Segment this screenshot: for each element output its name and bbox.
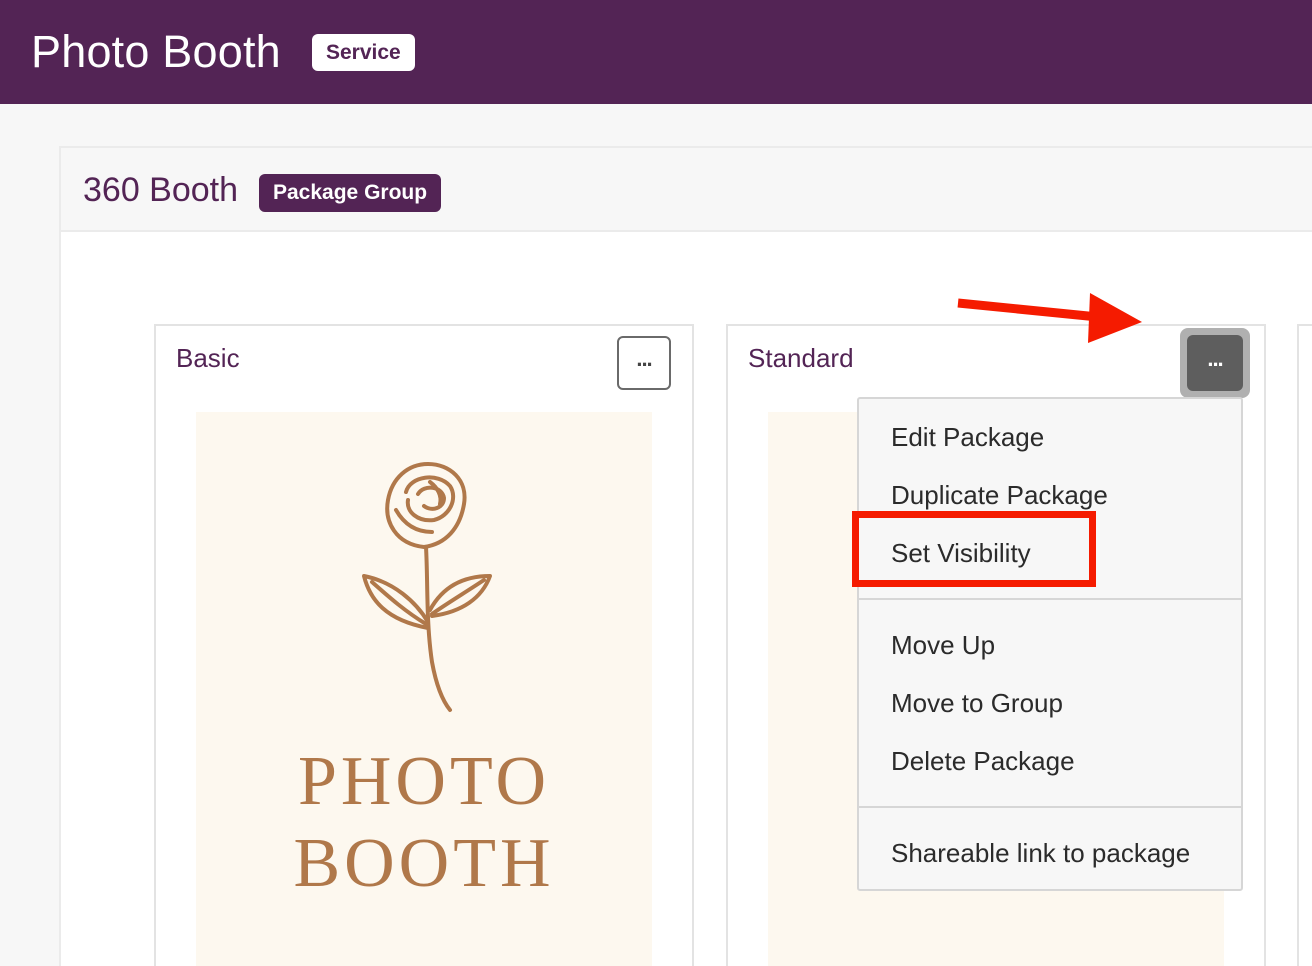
highlight-annotation-box — [852, 511, 1096, 587]
menu-item-move-to-group[interactable]: Move to Group — [891, 687, 1063, 719]
package-card-title: Basic — [176, 343, 240, 373]
image-text-booth: BOOTH — [293, 825, 555, 902]
image-text-photo: PHOTO — [297, 743, 551, 820]
service-badge: Service — [312, 34, 415, 71]
menu-item-edit-package[interactable]: Edit Package — [891, 421, 1044, 453]
top-bar: Photo Booth Service — [0, 0, 1312, 104]
more-options-button-active[interactable]: ... — [1180, 328, 1250, 398]
menu-item-move-up[interactable]: Move Up — [891, 629, 995, 661]
more-options-button-inner: ... — [1187, 335, 1243, 391]
more-options-icon: ... — [636, 346, 652, 371]
package-card-partial[interactable] — [1297, 324, 1312, 966]
menu-item-shareable-link[interactable]: Shareable link to package — [891, 837, 1190, 869]
menu-divider — [859, 806, 1241, 808]
menu-divider — [859, 598, 1241, 600]
rose-icon — [362, 462, 492, 712]
package-group-title: 360 Booth — [83, 171, 239, 209]
package-card-title: Standard — [748, 343, 854, 373]
package-options-menu: Edit Package Duplicate Package Set Visib… — [857, 397, 1243, 891]
package-group-header: 360 Booth Package Group — [61, 148, 1312, 232]
arrow-icon — [957, 293, 1142, 343]
page-title: Photo Booth — [31, 26, 281, 77]
menu-item-duplicate-package[interactable]: Duplicate Package — [891, 479, 1108, 511]
more-options-button[interactable]: ... — [617, 336, 671, 390]
menu-item-delete-package[interactable]: Delete Package — [891, 745, 1075, 777]
more-options-icon: ... — [1207, 346, 1223, 371]
package-image: PHOTO BOOTH — [196, 412, 652, 966]
package-group-badge: Package Group — [259, 174, 442, 212]
package-card-basic[interactable]: Basic ... PHOTO BOOTH — [154, 324, 694, 966]
